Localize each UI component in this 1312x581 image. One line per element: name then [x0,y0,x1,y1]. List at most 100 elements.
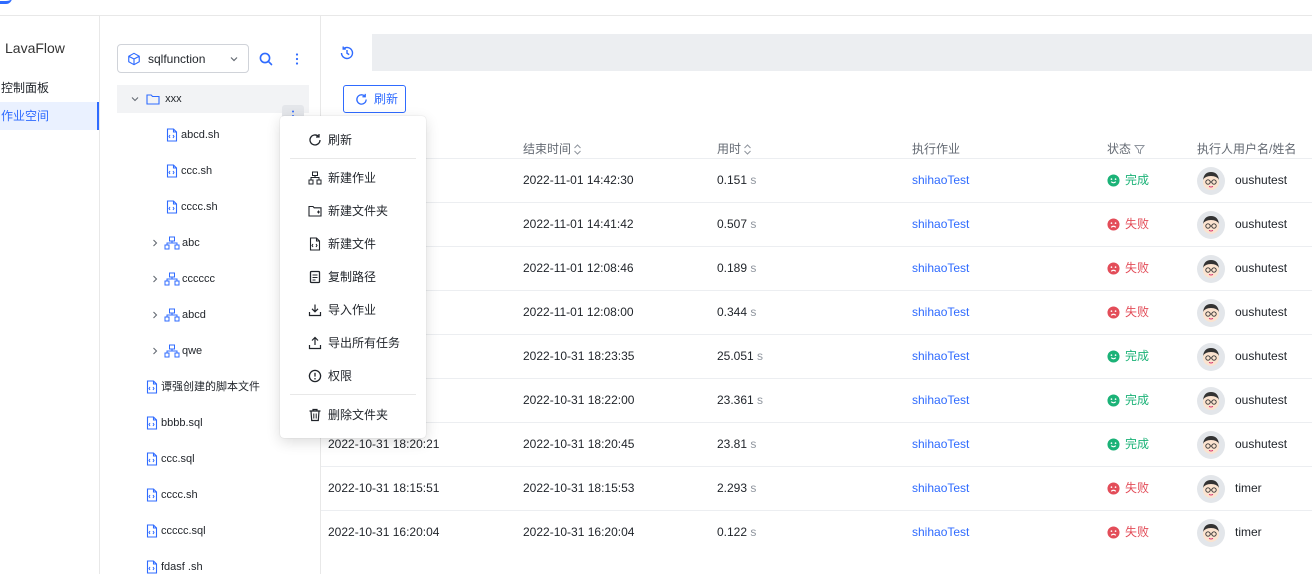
duration-cell: 23.361 s [717,379,763,423]
project-select[interactable]: sqlfunction [117,44,249,73]
avatar-icon [1203,216,1219,234]
history-icon[interactable] [339,45,355,61]
status-label: 失败 [1125,261,1150,275]
menu-item-new-file[interactable]: 新建文件 [280,229,426,259]
col-header-user: 执行人用户名/姓名 [1197,142,1297,156]
duration-value: 23.81 [717,437,748,451]
duration-cell: 0.189 s [717,247,756,291]
refresh-icon [309,134,321,146]
duration-value: 25.051 [717,349,754,363]
start-time-cell: 2022-10-31 18:15:51 [328,481,440,495]
table-row[interactable]: 2022-10-31 18:15:51 2022-10-31 18:15:53 2.… [321,466,1312,510]
avatar-icon [1203,348,1219,366]
status-badge: 完成 [1107,423,1149,467]
start-time-cell: 2022-10-31 16:20:04 [328,525,440,539]
chevron-right-icon[interactable] [150,346,160,356]
table-row[interactable]: 8:002022-11-01 12:08:000.344 sshihaoTest… [321,290,1312,334]
tree-item-file[interactable]: cccc.sh [165,193,218,221]
job-link[interactable]: shihaoTest [912,159,969,203]
table-row[interactable]: 2022-10-31 18:20:21 2022-10-31 18:20:45 23… [321,422,1312,466]
avatar-icon [1203,260,1219,278]
duration-cell: 0.122 s [717,511,756,555]
menu-item-new-folder[interactable]: 新建文件夹 [280,196,426,226]
job-link[interactable]: shihaoTest [912,467,969,511]
status-label: 完成 [1125,173,1150,187]
table-row[interactable]: 2022-10-31 16:20:04 2022-10-31 16:20:04 0.… [321,510,1312,554]
avatar [1197,299,1225,327]
menu-item-export-all[interactable]: 导出所有任务 [280,328,426,358]
status-badge: 失败 [1107,247,1149,291]
job-link[interactable]: shihaoTest [912,247,969,291]
script-file-icon [166,128,178,142]
chevron-right-icon[interactable] [150,310,160,320]
tree-item-file[interactable]: 谭强创建的脚本文件 [145,373,260,401]
menu-item-label: 权限 [328,369,353,383]
sort-icon[interactable] [743,144,752,156]
tree-item-job[interactable]: qwe [150,337,202,365]
script-file-icon [146,380,158,394]
table-row[interactable]: 1:372022-10-31 18:22:0023.361 sshihaoTes… [321,378,1312,422]
job-link[interactable]: shihaoTest [912,291,969,335]
end-time-cell: 2022-10-31 18:15:53 [523,481,635,495]
job-link[interactable]: shihaoTest [912,511,969,555]
tree-item-file[interactable]: bbbb.sql [145,409,203,437]
user-name-cell: oushutest [1235,349,1288,363]
end-time-cell: 2022-11-01 12:08:00 [523,305,634,319]
job-link[interactable]: shihaoTest [912,203,969,247]
tree-item-file[interactable]: ccc.sh [165,157,212,185]
chevron-right-icon[interactable] [150,274,160,284]
table-row[interactable]: 8:462022-11-01 12:08:460.189 sshihaoTest… [321,246,1312,290]
tree-item-file[interactable]: cccc.sh [145,481,198,509]
filter-icon[interactable] [1133,144,1146,155]
tree-item-file[interactable]: ccccc.sql [145,517,206,545]
menu-item-import-job[interactable]: 导入作业 [280,295,426,325]
menu-item-permission[interactable]: 权限 [280,361,426,391]
smile-icon [1107,350,1120,363]
col-header-status[interactable]: 状态 [1107,140,1146,157]
job-link[interactable]: shihaoTest [912,335,969,379]
table-row[interactable]: 1:412022-11-01 14:41:420.507 sshihaoTest… [321,202,1312,246]
nav-item-dashboard[interactable]: 控制面板 [0,74,99,102]
menu-item-copy-path[interactable]: 复制路径 [280,262,426,292]
end-time-cell: 2022-11-01 14:41:42 [523,217,634,231]
col-header-job: 执行作业 [912,142,961,156]
tree-item-job[interactable]: abc [150,229,200,257]
chevron-right-icon[interactable] [150,238,160,248]
menu-item-new-job[interactable]: 新建作业 [280,163,426,193]
script-file-icon [146,524,158,538]
tree-item-label: ccc.sql [161,453,195,466]
more-vertical-icon[interactable] [289,51,305,67]
job-link[interactable]: shihaoTest [912,423,969,467]
job-link[interactable]: shihaoTest [912,379,969,423]
tree-item-job[interactable]: cccccc [150,265,215,293]
chevron-down-icon[interactable] [130,94,140,104]
menu-item-refresh[interactable]: 刷新 [280,125,426,155]
new-job-icon [308,171,322,185]
tree-item-label: abc [182,237,200,250]
refresh-button[interactable]: 刷新 [343,85,406,113]
status-badge: 失败 [1107,467,1149,511]
tree-item-file[interactable]: abcd.sh [165,121,220,149]
tree-item-file[interactable]: fdasf .sh [145,553,203,581]
menu-item-delete-folder[interactable]: 删除文件夹 [280,400,426,430]
sort-icon[interactable] [573,144,582,156]
table-row[interactable]: 2:302022-11-01 14:42:300.151 sshihaoTest… [321,158,1312,202]
tree-item-label: bbbb.sql [161,417,203,430]
tree-item-label: cccc.sh [161,489,198,502]
tree-item-file[interactable]: ccc.sql [145,445,195,473]
status-label: 失败 [1125,305,1150,319]
script-file-icon [146,452,158,466]
refresh-icon [356,93,367,105]
project-select-value: sqlfunction [148,52,206,66]
avatar [1197,519,1225,547]
avatar-icon [1203,480,1219,498]
search-icon[interactable] [258,51,274,67]
table-row[interactable]: 3:102022-10-31 18:23:3525.051 sshihaoTes… [321,334,1312,378]
tree-item-folder[interactable]: xxx [117,85,309,113]
duration-unit: s [750,173,757,187]
col-header-duration[interactable]: 用时 [717,140,752,157]
smile-icon [1107,394,1120,407]
nav-item-workspace[interactable]: 作业空间 [0,102,99,130]
tree-item-job[interactable]: abcd [150,301,206,329]
col-header-end-time[interactable]: 结束时间 [523,140,582,157]
